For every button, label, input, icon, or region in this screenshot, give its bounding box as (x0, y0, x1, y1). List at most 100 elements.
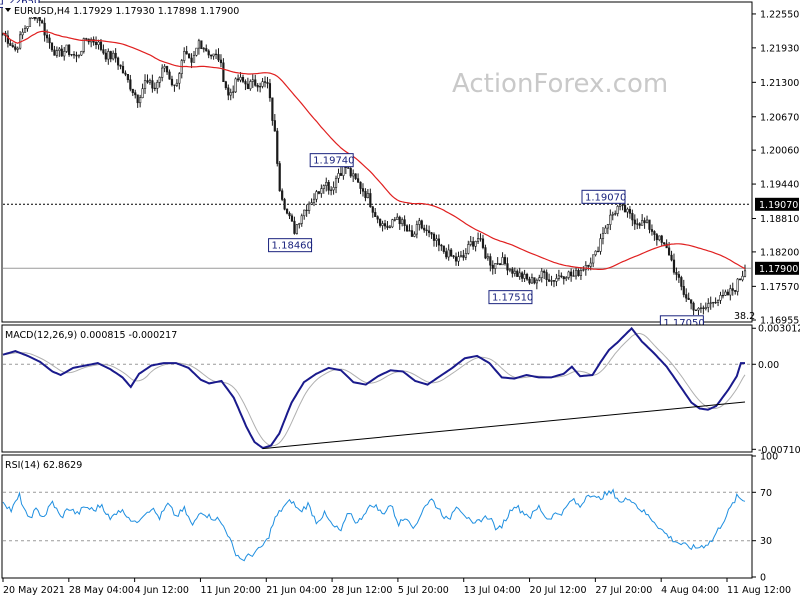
candle-body (190, 57, 193, 63)
candle-body (577, 269, 580, 276)
candle-body (26, 26, 29, 29)
candle-body (675, 271, 678, 275)
candle-body (43, 22, 46, 36)
candle-body (374, 212, 377, 217)
price-y-axis: 1.22550 1.21930 1.21300 1.20670 1.20060 1.194… (752, 9, 799, 327)
candle-body (97, 41, 100, 46)
candle-body (303, 209, 306, 217)
price-tick-label: 1.19440 (760, 180, 799, 191)
candle-body (121, 65, 125, 74)
candle-body (175, 82, 178, 86)
candle-body (232, 91, 235, 93)
candle-body (327, 181, 330, 191)
candle-body (276, 130, 279, 164)
candle-body (273, 120, 276, 132)
candle-body (386, 225, 389, 228)
candle-body (285, 208, 289, 214)
candle-body (741, 275, 744, 281)
price-panel: ActionForex.com 1.226501.197401.184601.1… (0, 0, 799, 330)
candle-body (239, 76, 242, 81)
candle-body (244, 81, 247, 85)
candle-body (376, 216, 379, 220)
candle-body (124, 72, 127, 75)
candle-body (570, 271, 573, 277)
candle-body (136, 94, 139, 104)
candle-body (126, 73, 129, 81)
x-tick-label: 20 Jul 12:00 (530, 585, 587, 596)
candle-body (491, 264, 494, 269)
x-tick-label: 11 Jun 20:00 (200, 585, 260, 596)
candle-body (21, 31, 24, 36)
candle-body (694, 309, 698, 311)
candle-body (472, 241, 475, 247)
candle-body (469, 241, 472, 245)
x-tick-label: 27 Jul 20:00 (595, 585, 652, 596)
candle-body (236, 78, 240, 81)
candle-body (709, 302, 712, 304)
candle-body (530, 277, 534, 284)
candle-body (540, 270, 543, 278)
candle-body (484, 247, 487, 259)
candle-body (50, 42, 54, 51)
candle-body (295, 224, 298, 234)
rsi-panel: 100 70 30 0 RSI(14) 62.8629 (1, 452, 778, 584)
candle-body (28, 17, 32, 27)
candle-body (518, 272, 521, 277)
candle-body (388, 226, 392, 228)
candle-body (658, 235, 661, 241)
candle-body (511, 268, 514, 274)
candle-body (222, 62, 225, 83)
candle-body (129, 79, 132, 90)
candle-body (205, 48, 208, 52)
candle-body (525, 274, 529, 280)
candle-body (599, 238, 602, 252)
candle-body (207, 50, 210, 56)
candle-body (254, 79, 257, 86)
candle-body (724, 291, 727, 296)
candle-body (729, 288, 732, 296)
candle-body (726, 291, 729, 296)
x-tick-label: 4 Jun 12:00 (135, 585, 189, 596)
candle-body (459, 255, 463, 258)
candle-body (538, 277, 541, 281)
candle-body (582, 269, 585, 271)
fib-level-label: 38.2 (734, 311, 755, 322)
candle-body (716, 300, 720, 303)
candle-body (293, 220, 296, 234)
candle-body (572, 275, 575, 277)
candle-body (496, 263, 499, 265)
candle-body (521, 272, 524, 279)
candle-body (163, 66, 166, 69)
candle-body (148, 80, 152, 83)
candle-body (435, 238, 438, 241)
candle-body (736, 278, 739, 292)
candle-body (60, 48, 63, 57)
candle-body (317, 191, 321, 194)
rsi-y-axis: 100 70 30 0 (752, 452, 778, 584)
candle-body (352, 173, 355, 177)
candle-body (653, 231, 656, 235)
x-tick-label: 5 Jul 20:00 (398, 585, 449, 596)
candle-body (584, 265, 587, 270)
candle-body (408, 230, 411, 232)
candle-body (369, 193, 372, 208)
candle-body (178, 73, 181, 84)
price-tick-label: 1.21930 (760, 43, 799, 54)
candle-body (359, 181, 362, 189)
price-tick-label: 1.17570 (760, 282, 799, 293)
level-annotation-label: 1.17510 (492, 293, 533, 304)
candle-body (543, 270, 546, 273)
candle-body (339, 173, 343, 176)
candle-body (562, 276, 565, 280)
candle-body (636, 223, 639, 225)
watermark: ActionForex.com (452, 69, 668, 99)
candle-body (663, 242, 666, 245)
candle-body (290, 215, 294, 222)
candle-body (63, 51, 66, 57)
candle-body (241, 76, 245, 82)
candle-body (734, 290, 737, 292)
candle-body (660, 235, 663, 243)
candle-body (112, 52, 115, 60)
candle-body (146, 80, 149, 83)
candle-body (506, 263, 509, 271)
